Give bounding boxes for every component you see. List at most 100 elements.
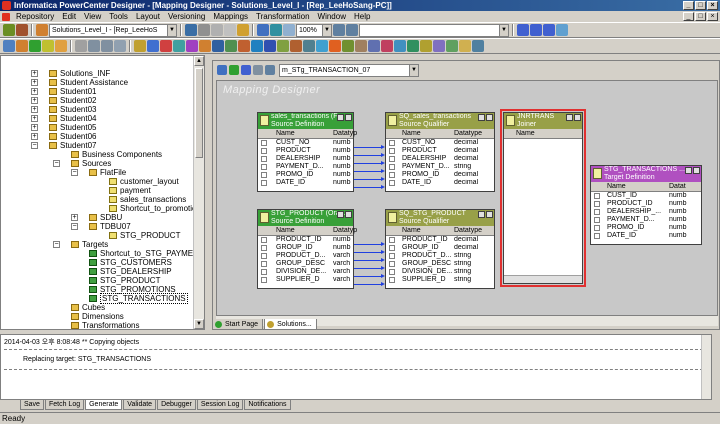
- port-row[interactable]: CUST_ID numb: [591, 192, 701, 200]
- box-minimize-button[interactable]: [337, 211, 344, 218]
- close-button[interactable]: ×: [707, 1, 718, 10]
- port-row[interactable]: PRODUCT_D... string: [386, 252, 494, 260]
- source-qualifier-icon[interactable]: [134, 40, 146, 52]
- tree-item-dimensions[interactable]: Dimensions: [71, 312, 124, 321]
- tab-start-page[interactable]: Start Page: [212, 319, 264, 330]
- expand-toggle[interactable]: +: [31, 70, 38, 77]
- tree-item-student01[interactable]: Student01: [49, 87, 96, 96]
- zoom-icon[interactable]: [270, 24, 282, 36]
- box-maximize-button[interactable]: [693, 167, 700, 174]
- port-row[interactable]: DEALERSHIP decimal: [386, 155, 494, 163]
- port-row[interactable]: PAYMENT_D... numb: [591, 216, 701, 224]
- mapping-canvas[interactable]: Mapping Designer sales_transactions (F..…: [216, 80, 718, 316]
- target-designer-icon[interactable]: [16, 40, 28, 52]
- aggregator-icon[interactable]: [173, 40, 185, 52]
- expand-toggle[interactable]: +: [31, 124, 38, 131]
- box-minimize-button[interactable]: [685, 167, 692, 174]
- port-row[interactable]: PRODUCT_ID numb: [591, 200, 701, 208]
- web-service-icon[interactable]: [420, 40, 432, 52]
- connect-icon[interactable]: [3, 24, 15, 36]
- port-row[interactable]: DEALERSHIP_... numb: [591, 208, 701, 216]
- expression-icon[interactable]: [147, 40, 159, 52]
- expand-toggle[interactable]: +: [31, 97, 38, 104]
- tab-notifications[interactable]: Notifications: [244, 400, 291, 410]
- port-row[interactable]: PROMO_ID numb: [258, 171, 353, 179]
- sq-sales-transactions[interactable]: SQ_sales_transactions Source Qualifier N…: [385, 112, 495, 192]
- cut-icon[interactable]: [211, 24, 223, 36]
- tree-item-stg-product-source[interactable]: STG_PRODUCT: [109, 231, 180, 240]
- zoom-in-icon[interactable]: [333, 24, 345, 36]
- normalizer-icon[interactable]: [277, 40, 289, 52]
- zoom-combo[interactable]: 100% ▼: [296, 23, 332, 37]
- zoom-out-icon[interactable]: [346, 24, 358, 36]
- box-minimize-button[interactable]: [478, 211, 485, 218]
- source-sales-transactions[interactable]: sales_transactions (F... Source Definiti…: [257, 112, 357, 192]
- normal-view-icon[interactable]: [101, 40, 113, 52]
- tree-item-tdbu07[interactable]: TDBU07: [89, 222, 131, 231]
- rank-icon[interactable]: [238, 40, 250, 52]
- scroll-down-button[interactable]: ▼: [194, 319, 204, 329]
- menu-mappings[interactable]: Mappings: [209, 11, 252, 22]
- edit-icon[interactable]: [114, 40, 126, 52]
- tree-item-stg-transactions[interactable]: STG_TRANSACTIONS: [89, 293, 188, 304]
- menu-layout[interactable]: Layout: [132, 11, 164, 22]
- folder-combo[interactable]: Solutions_Level_I - [Rep_LeeHoS ▼: [49, 23, 177, 37]
- sq-stg-product[interactable]: SQ_STG_PRODUCT Source Qualifier Name Data…: [385, 209, 495, 289]
- tree-item-cubes[interactable]: Cubes: [71, 303, 105, 312]
- router-icon[interactable]: [225, 40, 237, 52]
- expand-toggle[interactable]: +: [31, 79, 38, 86]
- tree-item-stg-product-target[interactable]: STG_PRODUCT: [89, 276, 160, 285]
- tree-item-transformations[interactable]: Transformations: [71, 321, 140, 329]
- unstructured-data-icon[interactable]: [433, 40, 445, 52]
- overview-icon[interactable]: [543, 24, 555, 36]
- find-combo[interactable]: ▼: [359, 23, 509, 37]
- mdi-restore-button[interactable]: □: [695, 12, 706, 21]
- menu-view[interactable]: View: [80, 11, 105, 22]
- collapse-toggle[interactable]: −: [71, 223, 78, 230]
- tab-generate[interactable]: Generate: [85, 400, 123, 410]
- target-icon[interactable]: [459, 40, 471, 52]
- tree-item-targets[interactable]: Targets: [71, 240, 108, 249]
- tree-item-student07[interactable]: Student07: [49, 141, 96, 150]
- port-row[interactable]: PRODUCT numb: [258, 147, 353, 155]
- http-icon[interactable]: [394, 40, 406, 52]
- debug-icon[interactable]: [265, 65, 275, 75]
- tree-item-business-components[interactable]: Business Components: [71, 150, 162, 159]
- java-icon[interactable]: [368, 40, 380, 52]
- port-row[interactable]: PRODUCT_ID numb: [258, 236, 353, 244]
- tree-item-student04[interactable]: Student04: [49, 114, 96, 123]
- tree-item-solutions-inf[interactable]: Solutions_INF: [49, 69, 110, 78]
- disconnect-icon[interactable]: [16, 24, 28, 36]
- transformation-developer-icon[interactable]: [29, 40, 41, 52]
- port-row[interactable]: DATE_ID numb: [258, 179, 353, 187]
- menu-tools[interactable]: Tools: [105, 11, 132, 22]
- expand-toggle[interactable]: +: [71, 214, 78, 221]
- port-row[interactable]: PROMO_ID numb: [591, 224, 701, 232]
- box-maximize-button[interactable]: [345, 114, 352, 121]
- copy-icon[interactable]: [224, 24, 236, 36]
- menu-help[interactable]: Help: [350, 11, 374, 22]
- menu-versioning[interactable]: Versioning: [164, 11, 209, 22]
- port-row[interactable]: GROUP_DESC varch: [258, 260, 353, 268]
- port-row[interactable]: DIVISION_DE... string: [386, 268, 494, 276]
- union-icon[interactable]: [316, 40, 328, 52]
- menu-edit[interactable]: Edit: [58, 11, 80, 22]
- view-icon[interactable]: [241, 65, 251, 75]
- port-row[interactable]: CUST_NO decimal: [386, 139, 494, 147]
- undo-icon[interactable]: [257, 24, 269, 36]
- properties-icon[interactable]: [253, 65, 263, 75]
- arrange-all-icon[interactable]: [229, 65, 239, 75]
- port-row[interactable]: GROUP_DESC string: [386, 260, 494, 268]
- layout-icon[interactable]: [556, 24, 568, 36]
- open-folder-icon[interactable]: [36, 24, 48, 36]
- minimize-button[interactable]: _: [683, 1, 694, 10]
- arrange-icon[interactable]: [75, 40, 87, 52]
- mapping-designer-icon[interactable]: [55, 40, 67, 52]
- xml-icon[interactable]: [303, 40, 315, 52]
- mapplet-icon[interactable]: [446, 40, 458, 52]
- port-row[interactable]: SUPPLIER_D varch: [258, 276, 353, 284]
- output-scrollbar[interactable]: [701, 335, 711, 399]
- port-row[interactable]: PRODUCT_ID decimal: [386, 236, 494, 244]
- validate-icon[interactable]: [472, 40, 484, 52]
- box-maximize-button[interactable]: [486, 211, 493, 218]
